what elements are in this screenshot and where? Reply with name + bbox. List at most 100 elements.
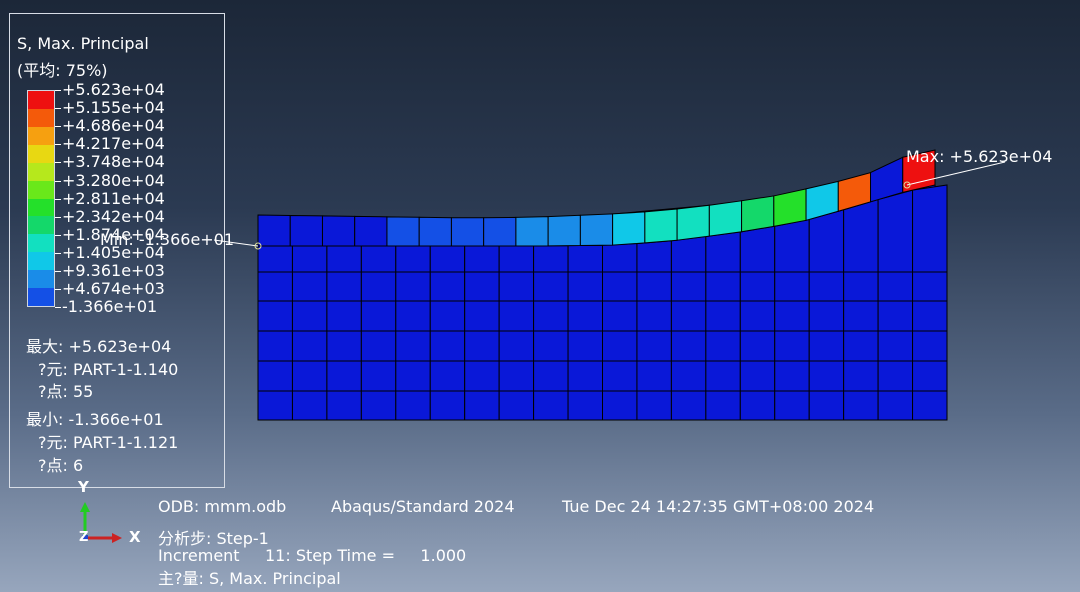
mesh-cell (636, 300, 672, 332)
mesh-cell (808, 330, 845, 362)
mesh-top-cell (579, 213, 614, 247)
mesh-cell (705, 360, 741, 392)
mesh-cell (360, 390, 397, 421)
mesh-cell (533, 330, 569, 362)
mesh-cell (843, 271, 879, 302)
mesh-cell (602, 243, 638, 273)
mesh-cell (705, 300, 741, 332)
mesh-cell (326, 245, 362, 273)
triad-y-label: Y (78, 478, 89, 496)
mesh-cell (912, 300, 948, 332)
mesh-cell (533, 390, 569, 421)
mesh-cell (670, 330, 707, 362)
mesh-cell (257, 245, 293, 273)
mesh-cell (808, 271, 845, 302)
mesh-top-cell (450, 217, 485, 247)
mesh-cell (498, 245, 535, 273)
mesh-cell (636, 360, 672, 392)
mesh-cell (739, 225, 776, 273)
mesh-top-cell (741, 195, 775, 233)
mesh-cell (877, 390, 914, 421)
mesh-cell (739, 390, 776, 421)
mesh-cell (636, 271, 672, 302)
mesh-cell (291, 245, 328, 273)
mesh-cell (498, 360, 535, 392)
mesh-cell (912, 390, 948, 421)
mesh-cell (739, 300, 776, 332)
mesh-cell (602, 330, 638, 362)
mesh-cell (498, 300, 535, 332)
mesh-cell (429, 330, 466, 362)
mesh-cell (705, 390, 741, 421)
mesh-cell (464, 300, 500, 332)
footer-variable: 主?量: S, Max. Principal (158, 569, 341, 588)
footer-odb: ODB: mmm.odb (158, 497, 287, 516)
mesh-cell (464, 360, 500, 392)
mesh-cell (774, 218, 810, 273)
mesh-cell (291, 390, 328, 421)
mesh-cell (670, 360, 707, 392)
mesh-cell (326, 330, 362, 362)
mesh-cell (360, 360, 397, 392)
mesh-cell (498, 330, 535, 362)
mesh-cell (291, 271, 328, 302)
mesh-top-cell (354, 215, 388, 247)
triad-z-label: Z (79, 530, 89, 545)
mesh-cell (360, 300, 397, 332)
mesh-cell (739, 271, 776, 302)
mesh-cell (808, 390, 845, 421)
mesh-cell (395, 390, 431, 421)
mesh-cell (533, 245, 569, 273)
mesh-cell (567, 244, 603, 273)
mesh-top-cell (386, 216, 420, 247)
mesh-cell (464, 390, 500, 421)
mesh-cell (774, 390, 810, 421)
mesh-cell (808, 360, 845, 392)
mesh-cell (257, 300, 293, 332)
mesh-cell (739, 360, 776, 392)
mesh-cell (429, 245, 466, 273)
mesh-cell (395, 330, 431, 362)
mesh-cell (705, 330, 741, 362)
mesh-top-cell (418, 216, 452, 247)
mesh-cell (877, 271, 914, 302)
mesh-cell (912, 184, 948, 273)
mesh-cell (774, 360, 810, 392)
mesh-cell (602, 390, 638, 421)
mesh-cell (464, 245, 500, 273)
mesh-cell (602, 360, 638, 392)
mesh-cell (360, 245, 397, 273)
mesh-cell (636, 240, 672, 273)
mesh-cell (877, 330, 914, 362)
mesh-cell (670, 235, 707, 273)
mesh-cell (636, 330, 672, 362)
mesh-top-cell (612, 211, 646, 246)
mesh-cell (360, 271, 397, 302)
mesh-cell (843, 360, 879, 392)
mesh-top-cell (644, 208, 678, 244)
mesh-cell (567, 300, 603, 332)
mesh-cell (395, 245, 431, 273)
coordinate-triad: Y X Z (70, 478, 150, 548)
footer-increment: Increment 11: Step Time = 1.000 (158, 546, 467, 565)
mesh-cell (429, 390, 466, 421)
mesh-cell (326, 300, 362, 332)
mesh-cell (808, 300, 845, 332)
mesh-cell (705, 271, 741, 302)
mesh-cell (843, 330, 879, 362)
mesh-top-cell (515, 216, 549, 247)
mesh-cell (567, 360, 603, 392)
mesh-cell (291, 360, 328, 392)
mesh-cell (912, 360, 948, 392)
mesh-top-cell (483, 216, 517, 247)
mesh-cell (912, 330, 948, 362)
mesh-cell (774, 330, 810, 362)
footer-timestamp: Tue Dec 24 14:27:35 GMT+08:00 2024 (562, 497, 875, 516)
mesh-cell (877, 360, 914, 392)
mesh-cell (877, 300, 914, 332)
mesh-cell (877, 189, 914, 273)
mesh-cell (843, 198, 879, 273)
footer-solver: Abaqus/Standard 2024 (331, 497, 515, 516)
mesh-top-cell (773, 188, 807, 227)
mesh-cell (739, 330, 776, 362)
